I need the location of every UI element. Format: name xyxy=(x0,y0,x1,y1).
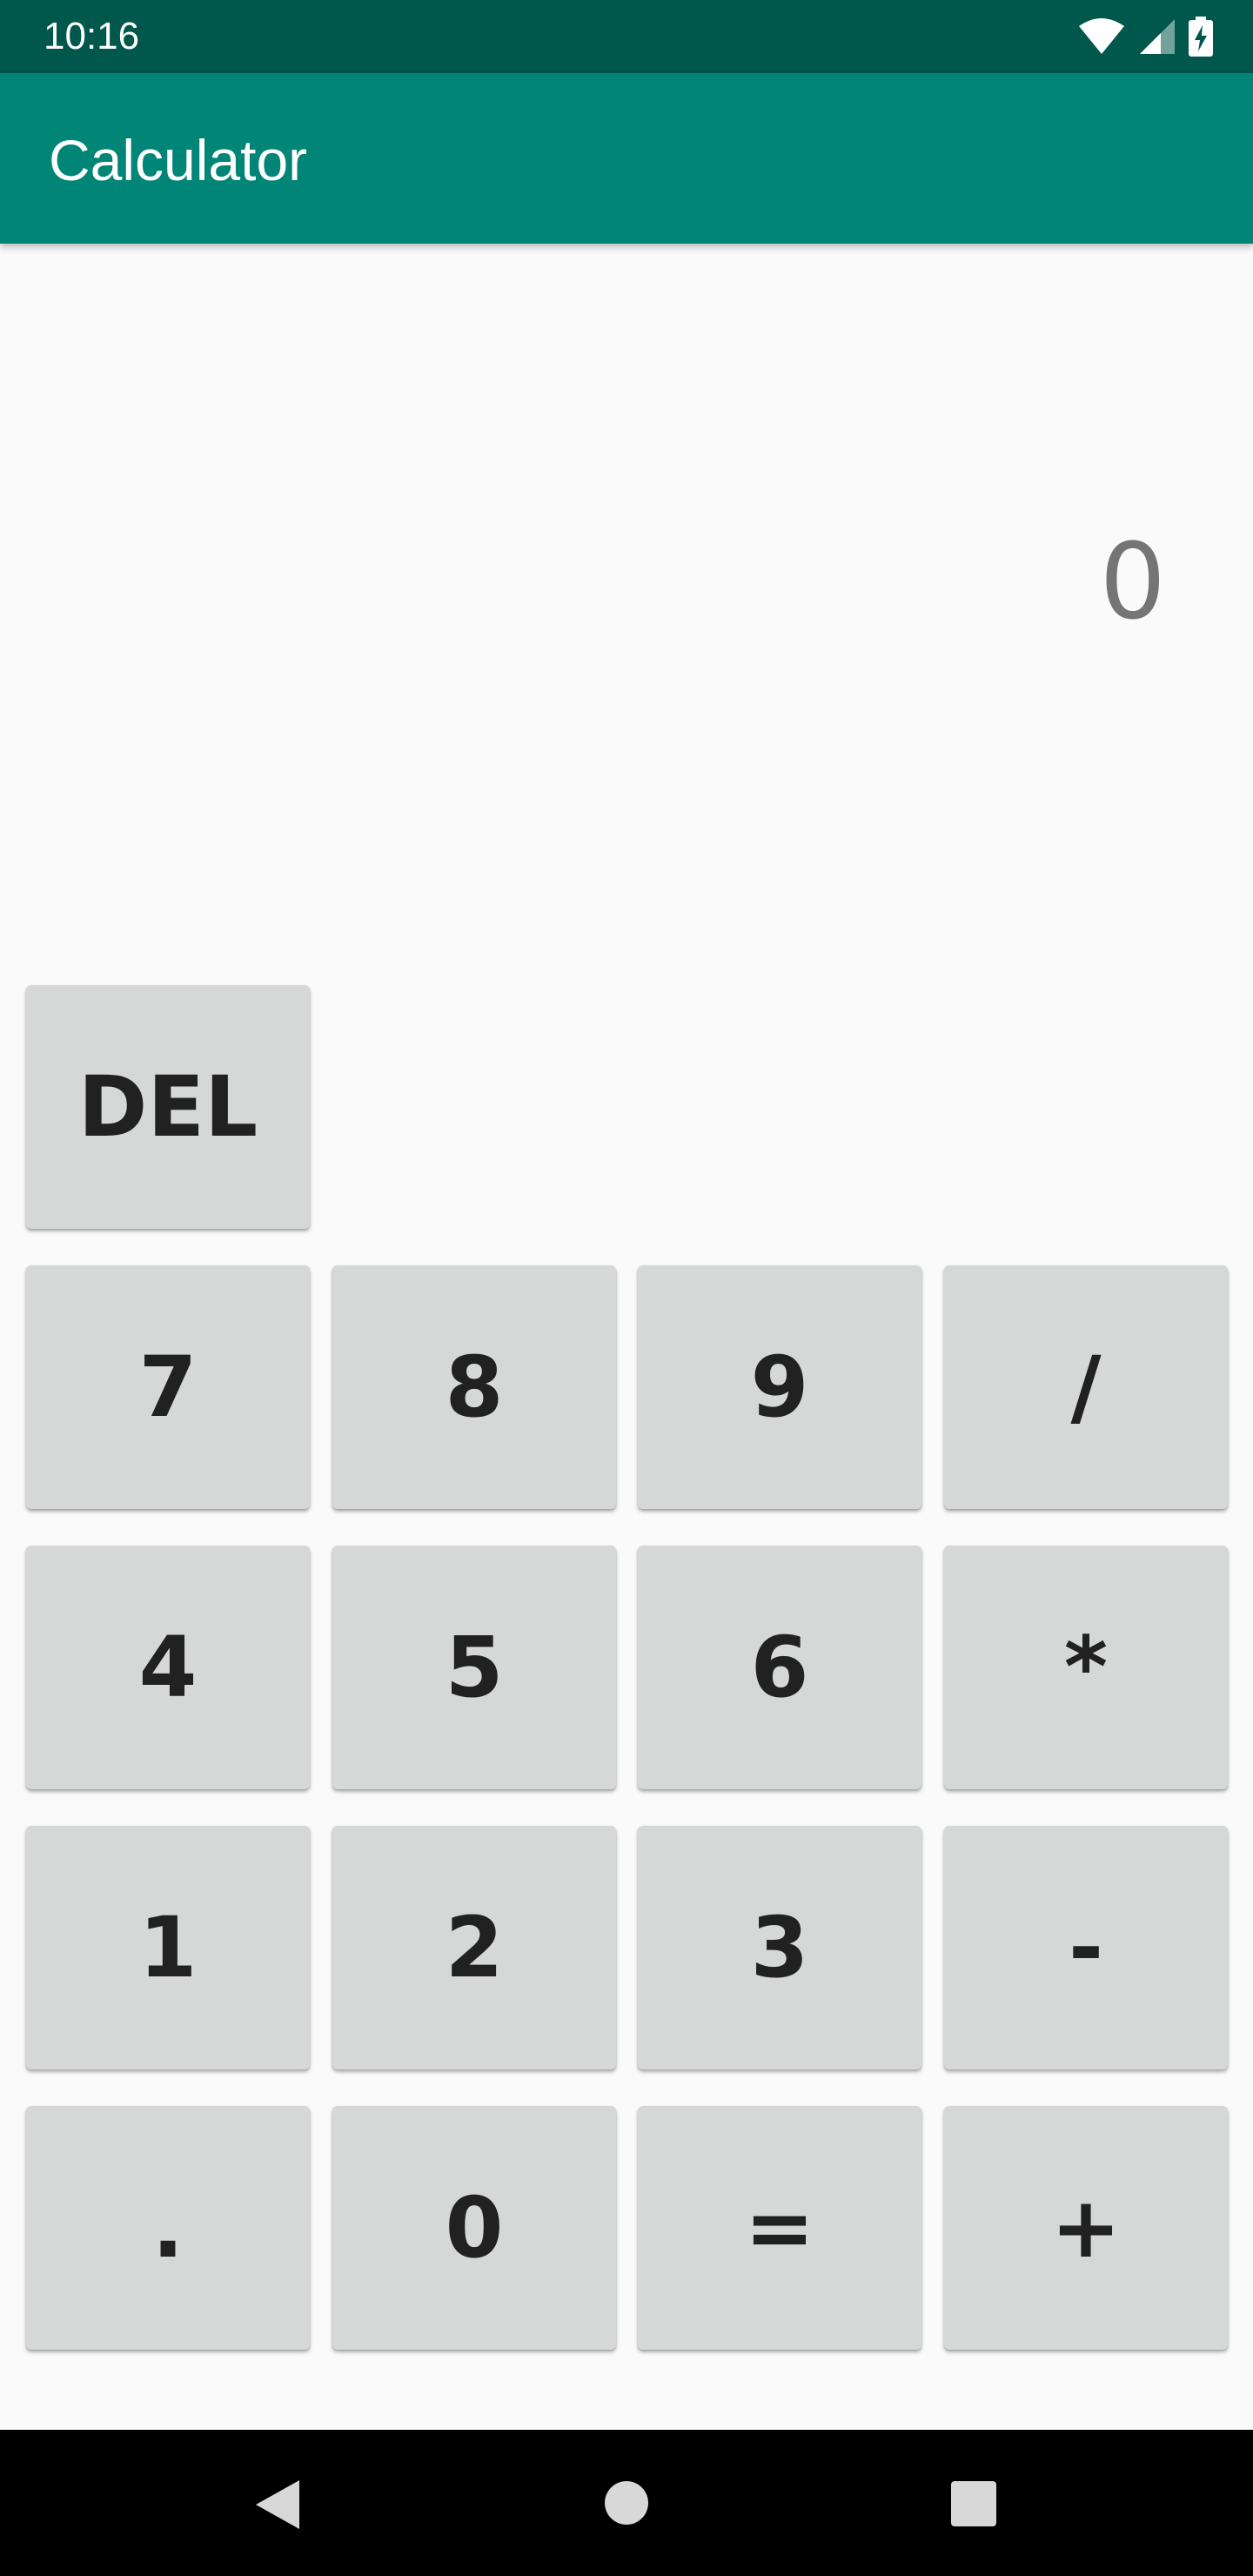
delete-button[interactable]: DEL xyxy=(26,985,310,1229)
digit-6-button[interactable]: 6 xyxy=(638,1546,921,1789)
status-time: 10:16 xyxy=(44,15,140,57)
digit-7-button[interactable]: 7 xyxy=(26,1265,310,1509)
subtract-button[interactable]: - xyxy=(944,1826,1228,2070)
digit-2-button[interactable]: 2 xyxy=(332,1826,616,2070)
app-title: Calculator xyxy=(49,128,308,192)
home-icon[interactable] xyxy=(604,2480,649,2530)
digit-9-button[interactable]: 9 xyxy=(638,1265,921,1509)
equals-button[interactable]: = xyxy=(638,2106,921,2350)
cellular-signal-icon xyxy=(1138,17,1176,56)
back-icon[interactable] xyxy=(252,2479,301,2535)
status-icons xyxy=(1077,16,1213,57)
app-bar: Calculator xyxy=(0,73,1253,244)
digit-5-button[interactable]: 5 xyxy=(332,1546,616,1789)
digit-8-button[interactable]: 8 xyxy=(332,1265,616,1509)
digit-3-button[interactable]: 3 xyxy=(638,1826,921,2070)
status-bar: 10:16 xyxy=(0,0,1253,73)
wifi-icon xyxy=(1077,17,1126,56)
divide-button[interactable]: / xyxy=(944,1265,1228,1509)
digit-0-button[interactable]: 0 xyxy=(332,2106,616,2350)
digit-1-button[interactable]: 1 xyxy=(26,1826,310,2070)
calculator-display: 0 xyxy=(1099,522,1166,643)
digit-4-button[interactable]: 4 xyxy=(26,1546,310,1789)
recents-icon[interactable] xyxy=(950,2480,997,2532)
navigation-bar xyxy=(0,2430,1253,2576)
decimal-point-button[interactable]: . xyxy=(26,2106,310,2350)
multiply-button[interactable]: * xyxy=(944,1546,1228,1789)
battery-charging-icon xyxy=(1189,17,1213,57)
add-button[interactable]: + xyxy=(944,2106,1228,2350)
